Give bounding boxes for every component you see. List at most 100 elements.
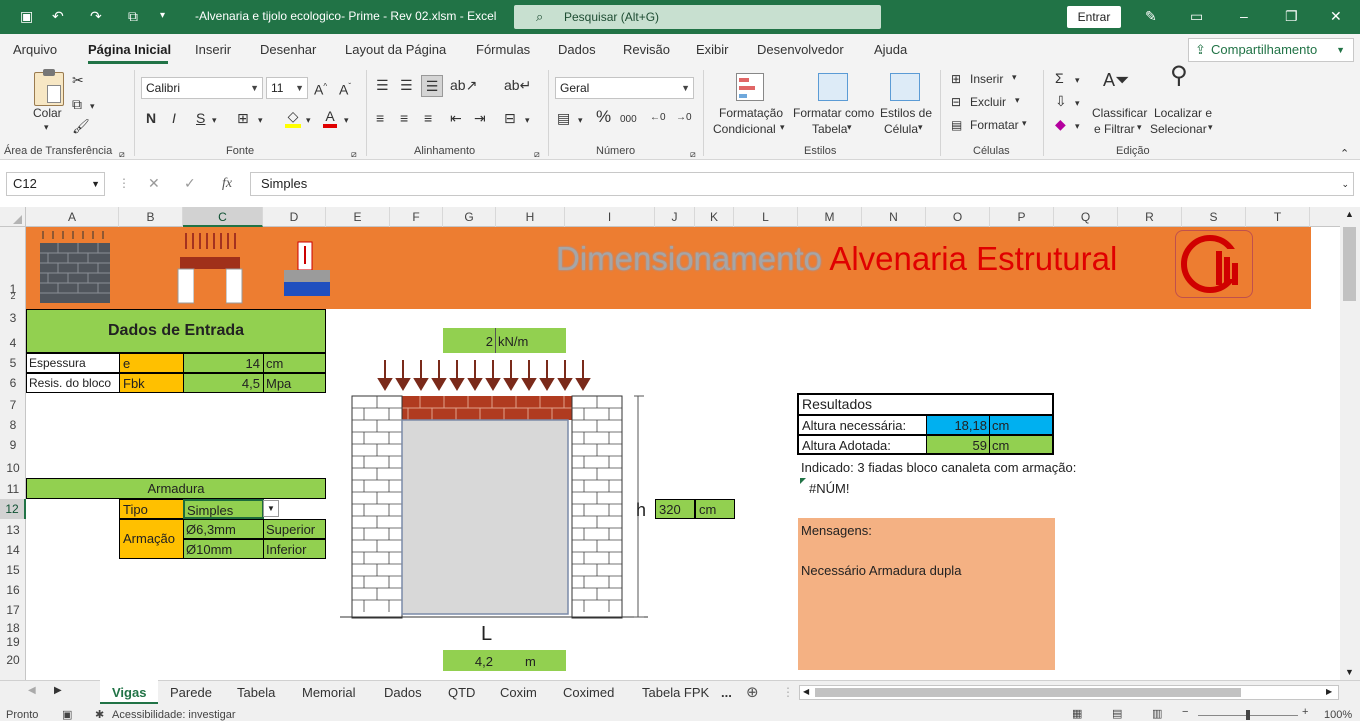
insert-cells-icon[interactable]: ⊞ — [951, 71, 961, 87]
row-header-15[interactable]: 15 — [0, 563, 26, 577]
tab-vigas[interactable]: Vigas — [112, 685, 146, 700]
menu-pagina-inicial[interactable]: Página Inicial — [88, 42, 171, 57]
save-icon[interactable]: ▣ — [20, 8, 33, 24]
add-sheet-icon[interactable]: ⊕ — [746, 683, 759, 701]
clipboard-launcher-icon[interactable]: ⧄ — [119, 146, 125, 162]
pen-icon[interactable]: ✎ — [1145, 8, 1157, 24]
bold-button[interactable]: N — [146, 110, 156, 126]
maximize-icon[interactable]: ❐ — [1285, 8, 1298, 24]
vertical-scroll-thumb[interactable] — [1343, 227, 1356, 301]
zoom-out-icon[interactable]: − — [1182, 706, 1188, 718]
height-unit[interactable]: cm — [695, 499, 735, 519]
results-header[interactable]: Resultados — [797, 393, 1054, 415]
scroll-down-icon[interactable]: ▼ — [1345, 667, 1354, 677]
col-header-d[interactable]: D — [263, 207, 326, 227]
tab-dados[interactable]: Dados — [384, 685, 422, 700]
length-cell[interactable]: 4,2 m — [443, 650, 566, 671]
decrease-decimal-icon[interactable]: →0 — [676, 110, 692, 126]
row-header-16[interactable]: 16 — [0, 583, 26, 597]
font-color-icon[interactable]: A — [323, 108, 337, 128]
accessibility-status[interactable]: Acessibilidade: investigar — [112, 709, 236, 721]
row-header-2[interactable]: 2 — [0, 291, 26, 301]
col-header-j[interactable]: J — [655, 207, 695, 227]
customize-quick-access-icon[interactable]: ▾ — [160, 8, 165, 24]
row-header-20[interactable]: 20 — [0, 653, 26, 667]
close-icon[interactable]: ✕ — [1330, 8, 1342, 24]
block-strength-unit[interactable]: Mpa — [263, 373, 326, 393]
row-header-8[interactable]: 8 — [0, 418, 26, 432]
increase-decimal-icon[interactable]: ←0 — [650, 110, 666, 126]
underline-dropdown-icon[interactable]: ▾ — [212, 112, 217, 128]
orientation-icon[interactable]: ab↗ — [450, 77, 477, 93]
error-value[interactable]: #NÚM! — [809, 481, 849, 496]
grow-font-icon[interactable]: A^ — [314, 79, 327, 98]
menu-arquivo[interactable]: Arquivo — [13, 42, 57, 57]
row-header-4[interactable]: 4 — [0, 336, 26, 350]
fill-icon[interactable]: ⇩ — [1055, 93, 1067, 109]
col-header-c[interactable]: C — [183, 207, 263, 227]
delete-cells-label[interactable]: Excluir — [970, 95, 1006, 109]
scroll-right-icon[interactable]: ▶ — [1326, 687, 1332, 696]
conditional-formatting-label-1[interactable]: Formatação — [719, 106, 783, 120]
copy-icon[interactable]: ⧉ — [72, 96, 82, 112]
format-cells-label[interactable]: Formatar — [970, 118, 1019, 132]
chevron-down-icon[interactable]: ▾ — [1015, 95, 1020, 106]
row-header-3[interactable]: 3 — [0, 311, 26, 325]
chevron-down-icon[interactable]: ▾ — [1012, 72, 1017, 83]
adopted-height-label[interactable]: Altura Adotada: — [797, 435, 927, 455]
row-header-19[interactable]: 19 — [0, 635, 26, 649]
menu-dados[interactable]: Dados — [558, 42, 596, 57]
alignment-launcher-icon[interactable]: ⧄ — [534, 146, 540, 162]
paste-icon[interactable] — [34, 69, 64, 106]
menu-revisao[interactable]: Revisão — [623, 42, 670, 57]
align-left-icon[interactable]: ≡ — [376, 110, 384, 126]
align-middle-icon[interactable]: ☰ — [400, 77, 413, 93]
find-select-icon[interactable]: ⚲ — [1170, 64, 1188, 88]
italic-button[interactable]: I — [172, 110, 176, 126]
row-header-17[interactable]: 17 — [0, 603, 26, 617]
format-as-table-icon[interactable] — [818, 73, 848, 101]
chevron-down-icon[interactable]: ▾ — [1208, 122, 1213, 133]
undo-icon[interactable]: ↶ — [52, 8, 64, 24]
merge-center-icon[interactable]: ⊟ — [504, 110, 516, 126]
col-header-l[interactable]: L — [734, 207, 798, 227]
underline-button[interactable]: S — [196, 110, 205, 126]
tab-qtd[interactable]: QTD — [448, 685, 475, 700]
col-header-n[interactable]: N — [862, 207, 926, 227]
thickness-unit[interactable]: cm — [263, 353, 326, 373]
scroll-up-icon[interactable]: ▲ — [1345, 209, 1354, 219]
format-painter-icon[interactable]: 🖌 — [72, 118, 90, 134]
clear-icon[interactable]: ◆ — [1055, 116, 1066, 132]
col-header-s[interactable]: S — [1182, 207, 1246, 227]
normal-view-icon[interactable]: ▦ — [1072, 707, 1082, 720]
block-strength-label[interactable]: Resis. do bloco — [26, 373, 120, 393]
cell-styles-icon[interactable] — [890, 73, 920, 101]
horizontal-scrollbar[interactable]: ◀ ▶ — [799, 685, 1339, 700]
find-select-label-1[interactable]: Localizar e — [1154, 106, 1212, 120]
sort-filter-label-2[interactable]: e Filtrar — [1094, 122, 1135, 136]
row-header-14[interactable]: 14 — [0, 543, 26, 557]
tab-tabela-fpk[interactable]: Tabela FPK — [642, 685, 709, 700]
more-tabs[interactable]: ... — [721, 685, 732, 700]
row-header-9[interactable]: 9 — [0, 438, 26, 452]
zoom-in-icon[interactable]: + — [1302, 706, 1308, 718]
row-header-6[interactable]: 6 — [0, 376, 26, 390]
name-box[interactable]: C12 ▼ — [6, 172, 105, 196]
accounting-dropdown-icon[interactable]: ▾ — [578, 112, 583, 128]
cell-styles-label-2[interactable]: Célula — [884, 122, 918, 136]
delete-cells-icon[interactable]: ⊟ — [951, 94, 961, 110]
type-label[interactable]: Tipo — [119, 499, 184, 519]
autosum-dropdown-icon[interactable]: ▾ — [1075, 72, 1080, 88]
cut-icon[interactable]: ✂ — [72, 72, 84, 88]
sort-filter-icon[interactable]: A⏷ — [1103, 71, 1129, 89]
armacao-label[interactable]: Armação — [119, 519, 184, 559]
recommendation-text[interactable]: Indicado: 3 fiadas bloco canaleta com ar… — [801, 460, 1076, 475]
bar-1-position[interactable]: Superior — [263, 519, 326, 539]
input-header[interactable]: Dados de Entrada — [26, 309, 326, 353]
zoom-level[interactable]: 100% — [1324, 709, 1352, 721]
form-icon[interactable]: ⧉ — [128, 8, 138, 24]
chevron-down-icon[interactable]: ▾ — [1137, 122, 1142, 133]
col-header-k[interactable]: K — [695, 207, 734, 227]
search-box[interactable]: ⌕ Pesquisar (Alt+G) — [514, 5, 881, 29]
row-header-18[interactable]: 18 — [0, 621, 26, 635]
